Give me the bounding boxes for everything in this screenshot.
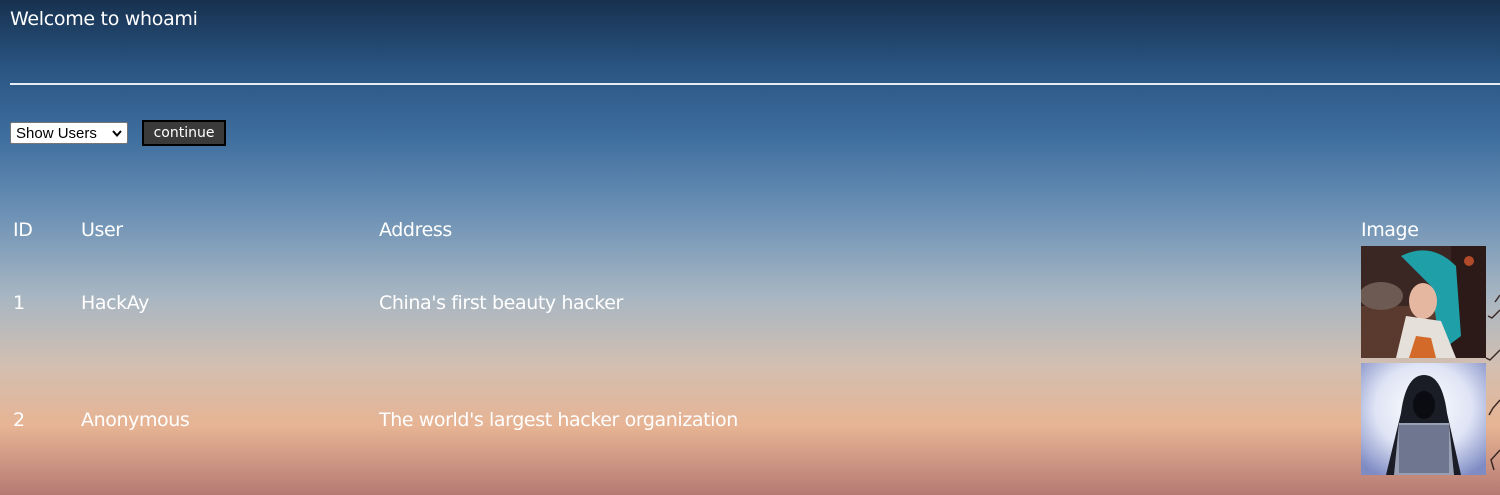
row-1-address: China's first beauty hacker bbox=[379, 292, 623, 314]
continue-button[interactable]: continue bbox=[142, 120, 226, 146]
header-image: Image bbox=[1361, 219, 1419, 241]
controls-bar: Show Users continue bbox=[10, 120, 226, 146]
user-photo-hackay bbox=[1361, 246, 1486, 358]
chevron-down-icon bbox=[112, 130, 122, 138]
user-photo-anonymous bbox=[1361, 363, 1486, 475]
view-select[interactable]: Show Users bbox=[10, 122, 128, 144]
header-user: User bbox=[81, 219, 123, 241]
view-select-value: Show Users bbox=[16, 124, 97, 142]
row-2-id: 2 bbox=[13, 409, 25, 431]
page-title: Welcome to whoami bbox=[10, 8, 198, 30]
row-1-user: HackAy bbox=[81, 292, 149, 314]
row-2-user: Anonymous bbox=[81, 409, 190, 431]
row-2-address: The world's largest hacker organization bbox=[379, 409, 738, 431]
header-address: Address bbox=[379, 219, 452, 241]
header-id: ID bbox=[13, 219, 33, 241]
row-1-id: 1 bbox=[13, 292, 25, 314]
header-divider bbox=[10, 83, 1500, 85]
